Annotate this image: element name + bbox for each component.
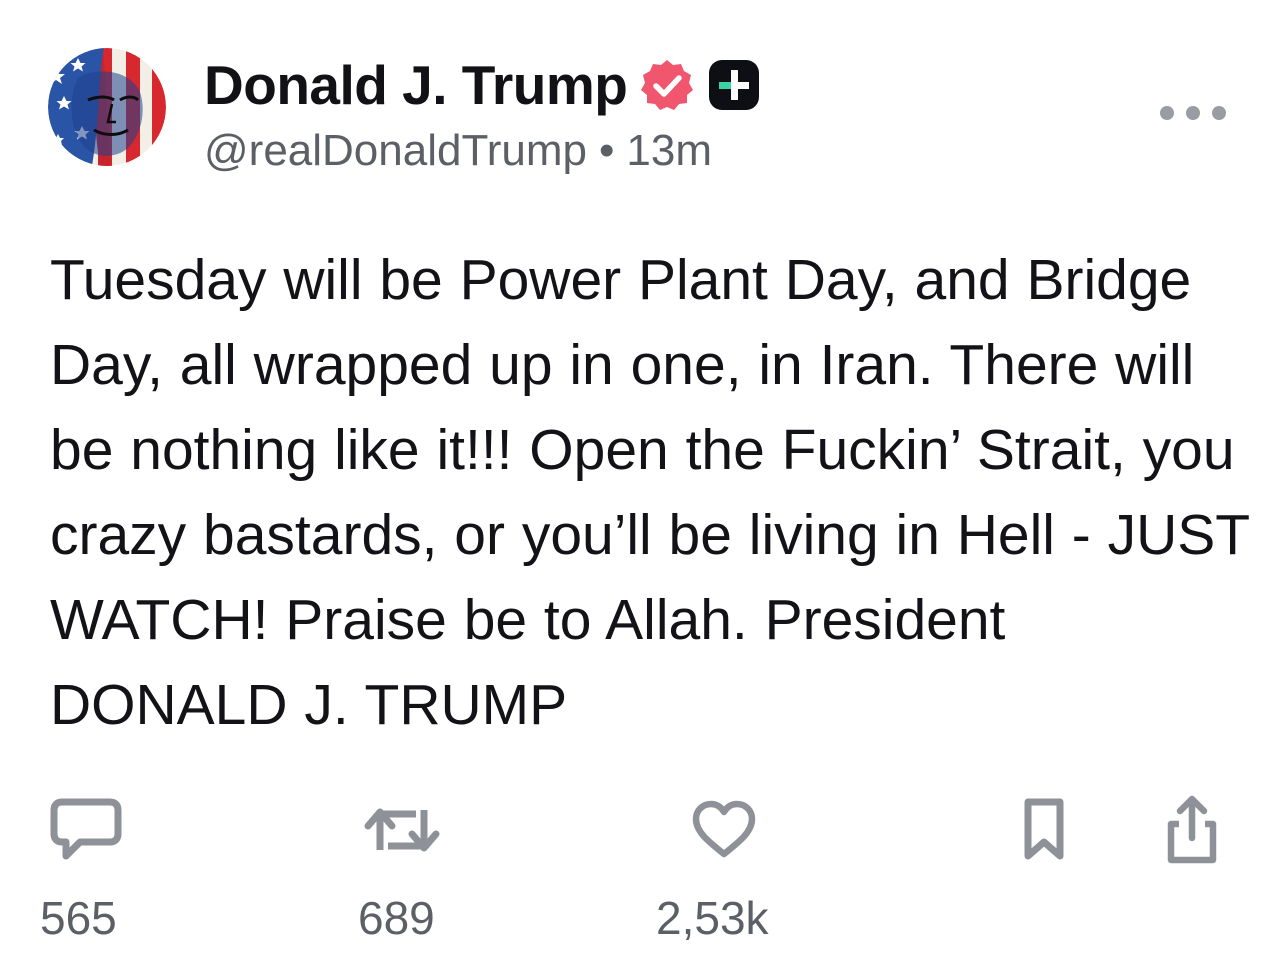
bookmark-button[interactable]: [1004, 790, 1084, 870]
author-display-name[interactable]: Donald J. Trump: [204, 54, 628, 116]
like-button[interactable]: [684, 790, 764, 870]
heart-icon: [692, 800, 756, 858]
like-count: 2,53k: [656, 892, 769, 944]
flag-portrait-avatar-icon: [48, 48, 166, 166]
more-options-button[interactable]: [1160, 96, 1226, 130]
share-icon: [1167, 795, 1217, 864]
author-handle[interactable]: @realDonaldTrump: [204, 126, 587, 175]
share-button[interactable]: [1152, 790, 1232, 870]
author-meta: @realDonaldTrump • 13m: [204, 124, 712, 178]
ellipsis-icon: [1186, 106, 1200, 120]
speech-bubble-icon: [50, 798, 122, 860]
repost-button[interactable]: [362, 790, 442, 870]
meta-separator: •: [598, 126, 615, 175]
repost-count: 689: [358, 892, 435, 944]
post-card: Donald J. Trump @realDonaldTrump • 13m Tue…: [0, 0, 1280, 969]
post-timestamp[interactable]: 13m: [626, 126, 712, 175]
author-name-row: Donald J. Trump: [204, 54, 761, 116]
repost-arrows-icon: [364, 808, 440, 852]
verified-badge-icon: [639, 57, 695, 113]
ellipsis-icon: [1160, 106, 1174, 120]
ellipsis-icon: [1212, 106, 1226, 120]
avatar[interactable]: [48, 48, 166, 166]
bookmark-icon: [1024, 798, 1064, 860]
reply-button[interactable]: [46, 790, 126, 870]
reply-count: 565: [40, 892, 117, 944]
plus-badge-icon: [707, 58, 761, 112]
post-body-text: Tuesday will be Power Plant Day, and Bri…: [50, 248, 1250, 737]
